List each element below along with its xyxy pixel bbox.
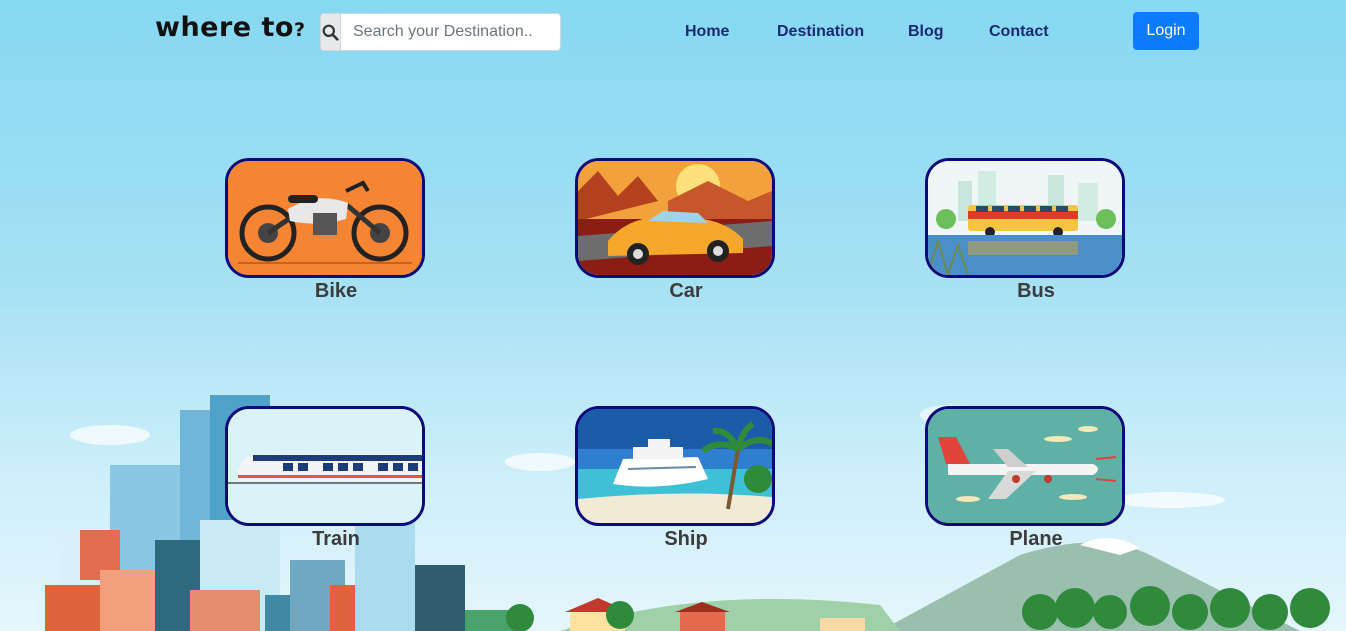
nav-contact-link[interactable]: Contact — [989, 23, 1049, 41]
brand-logo[interactable]: where to? — [155, 12, 306, 43]
plane-image — [925, 406, 1125, 526]
brand-logo-mark: ? — [293, 19, 306, 41]
brand-logo-text: where to — [155, 12, 294, 43]
transport-card-bike[interactable]: Bike — [225, 158, 425, 303]
nav-home-link[interactable]: Home — [685, 23, 729, 41]
nav-blog-link[interactable]: Blog — [908, 23, 944, 41]
search-button[interactable] — [321, 14, 341, 50]
bus-image — [925, 158, 1125, 278]
car-image — [575, 158, 775, 278]
transport-label-bike: Bike — [314, 280, 358, 302]
transport-label-bus: Bus — [1017, 280, 1055, 302]
search-icon — [322, 24, 339, 41]
transport-card-train[interactable]: Train — [225, 406, 425, 551]
transport-card-bus[interactable]: Bus — [925, 158, 1125, 303]
nav-destination-link[interactable]: Destination — [777, 23, 864, 41]
transport-card-plane[interactable]: Plane — [925, 406, 1125, 551]
search-bar — [320, 13, 561, 51]
login-button[interactable]: Login — [1133, 12, 1199, 50]
transport-label-ship: Ship — [664, 528, 708, 550]
train-image — [225, 406, 425, 526]
transport-label-car: Car — [669, 280, 703, 302]
transport-card-car[interactable]: Car — [575, 158, 775, 303]
transport-label-plane: Plane — [1009, 528, 1063, 550]
search-input[interactable] — [341, 14, 560, 50]
motorcycle-image — [225, 158, 425, 278]
transport-label-train: Train — [312, 528, 360, 550]
navbar: where to? Home Destination Blog Contact … — [0, 0, 1346, 64]
ship-image — [575, 406, 775, 526]
transport-card-ship[interactable]: Ship — [575, 406, 775, 551]
